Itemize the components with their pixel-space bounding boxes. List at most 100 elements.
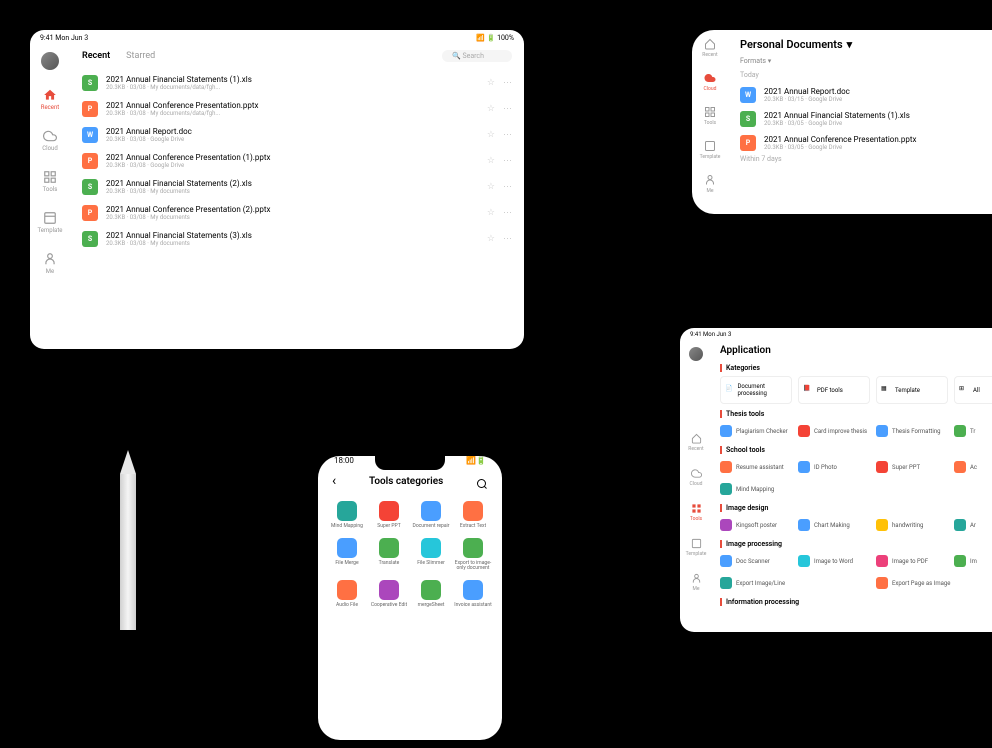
file-row[interactable]: S 2021 Annual Financial Statements (2).x… <box>82 174 512 200</box>
search-input[interactable]: 🔍 Search <box>442 50 512 62</box>
sidebar-item-cloud[interactable]: Cloud <box>42 129 57 152</box>
tab-starred[interactable]: Starred <box>126 51 155 61</box>
more-icon[interactable]: ⋯ <box>503 234 512 244</box>
tool-item[interactable]: ID Photo <box>798 458 870 476</box>
tool-item[interactable]: File Merge <box>328 538 366 572</box>
tab-recent[interactable]: Recent <box>82 51 110 61</box>
filter-dropdown[interactable]: Formats ▾ <box>740 57 992 65</box>
star-icon[interactable]: ☆ <box>487 130 495 140</box>
file-row[interactable]: W 2021 Annual Report.doc 20.3KB · 03/08 … <box>82 122 512 148</box>
more-icon[interactable]: ⋯ <box>503 156 512 166</box>
sidebar-item-template[interactable]: Template <box>38 211 63 234</box>
apple-pencil <box>120 450 136 630</box>
sidebar-item-template[interactable]: Template <box>700 140 721 160</box>
tool-item[interactable]: Ar <box>954 516 992 534</box>
tool-item[interactable]: Plagiarism Checker <box>720 422 792 440</box>
more-icon[interactable]: ⋯ <box>503 78 512 88</box>
user-icon <box>704 174 716 186</box>
file-row[interactable]: P 2021 Annual Conference Presentation.pp… <box>740 131 992 155</box>
tool-item[interactable]: Invoice assistant <box>454 580 492 609</box>
tool-item[interactable]: Export Page as Image <box>876 574 992 592</box>
avatar[interactable] <box>689 347 703 361</box>
tool-mind-mapping[interactable]: Mind Mapping <box>720 480 992 498</box>
star-icon[interactable]: ☆ <box>487 78 495 88</box>
tool-item[interactable]: Kingsoft poster <box>720 516 792 534</box>
tool-item[interactable]: handwriting <box>876 516 948 534</box>
tool-icon <box>876 519 888 531</box>
tool-item[interactable]: Thesis Formatting <box>876 422 948 440</box>
tool-item[interactable]: Image to Word <box>798 552 870 570</box>
tool-item[interactable]: Mind Mapping <box>328 501 366 530</box>
star-icon[interactable]: ☆ <box>487 156 495 166</box>
search-icon[interactable] <box>476 475 488 487</box>
nav-label: Recent <box>41 104 59 111</box>
tool-item[interactable]: Document repair <box>412 501 450 530</box>
file-row[interactable]: P 2021 Annual Conference Presentation (2… <box>82 200 512 226</box>
avatar[interactable] <box>41 52 59 70</box>
sidebar-item-template[interactable]: Template <box>686 538 707 557</box>
file-name: 2021 Annual Conference Presentation.pptx <box>764 135 992 144</box>
star-icon[interactable]: ☆ <box>487 208 495 218</box>
more-icon[interactable]: ⋯ <box>503 208 512 218</box>
file-row[interactable]: S 2021 Annual Financial Statements (3).x… <box>82 226 512 252</box>
sidebar-item-me[interactable]: Me <box>43 252 57 275</box>
page-title: Application <box>720 345 992 356</box>
star-icon[interactable]: ☆ <box>487 104 495 114</box>
tool-item[interactable]: Im <box>954 552 992 570</box>
tool-item[interactable]: Image to PDF <box>876 552 948 570</box>
tool-item[interactable]: Resume assistant <box>720 458 792 476</box>
tool-item[interactable]: Audio File <box>328 580 366 609</box>
file-row[interactable]: W 2021 Annual Report.doc 20.3KB · 03/15 … <box>740 83 992 107</box>
sidebar-item-me[interactable]: Me <box>704 174 716 194</box>
category-item[interactable]: ▦ Template <box>876 376 948 404</box>
nav-label: Me <box>46 268 54 275</box>
back-button[interactable]: ‹ <box>332 473 336 489</box>
tool-item[interactable]: Translate <box>370 538 408 572</box>
file-type-icon: W <box>82 127 98 143</box>
star-icon[interactable]: ☆ <box>487 182 495 192</box>
tool-label: Tr <box>970 428 975 435</box>
sidebar-item-tools[interactable]: Tools <box>704 106 716 126</box>
tool-item[interactable]: Export Image/Line <box>720 574 870 592</box>
sidebar-item-recent[interactable]: Recent <box>41 88 59 111</box>
sidebar-item-tools[interactable]: Tools <box>43 170 58 193</box>
tool-icon <box>463 501 483 521</box>
star-icon[interactable]: ☆ <box>487 234 495 244</box>
tool-item[interactable]: Tr <box>954 422 992 440</box>
file-row[interactable]: P 2021 Annual Conference Presentation.pp… <box>82 96 512 122</box>
category-label: PDF tools <box>817 387 843 394</box>
sidebar-item-cloud[interactable]: Cloud <box>690 468 703 487</box>
tool-item[interactable]: Super PPT <box>370 501 408 530</box>
tool-item[interactable]: Cooperative Edit <box>370 580 408 609</box>
file-row[interactable]: P 2021 Annual Conference Presentation (1… <box>82 148 512 174</box>
more-icon[interactable]: ⋯ <box>503 104 512 114</box>
file-row[interactable]: S 2021 Annual Financial Statements (1).x… <box>740 107 992 131</box>
more-icon[interactable]: ⋯ <box>503 182 512 192</box>
tool-item[interactable]: File Slimmer <box>412 538 450 572</box>
sidebar-item-recent[interactable]: Recent <box>702 38 717 58</box>
tool-item[interactable]: Doc Scanner <box>720 552 792 570</box>
tool-item[interactable]: Export to image-only document <box>454 538 492 572</box>
category-item[interactable]: 📕 PDF tools <box>798 376 870 404</box>
sidebar-item-tools[interactable]: Tools <box>690 503 702 522</box>
sidebar-item-me[interactable]: Me <box>691 573 702 592</box>
folder-dropdown[interactable]: Personal Documents ▾ <box>740 38 992 51</box>
sidebar-item-recent[interactable]: Recent <box>688 433 703 452</box>
tool-item[interactable]: Card improve thesis <box>798 422 870 440</box>
category-label: All <box>973 387 980 394</box>
tool-item[interactable]: Ac <box>954 458 992 476</box>
tool-item[interactable]: mergeSheet <box>412 580 450 609</box>
tool-item[interactable]: Chart Making <box>798 516 870 534</box>
file-row[interactable]: S 2021 Annual Financial Statements (1).x… <box>82 70 512 96</box>
category-label: Document processing <box>737 383 787 397</box>
category-item[interactable]: ⊞ All <box>954 376 992 404</box>
nav-label: Recent <box>702 52 717 58</box>
section-school: School tools <box>720 446 992 454</box>
file-meta: 20.3KB · 03/05 · Google Drive <box>764 144 992 151</box>
sidebar-item-cloud[interactable]: Cloud <box>704 72 717 92</box>
category-item[interactable]: 📄 Document processing <box>720 376 792 404</box>
more-icon[interactable]: ⋯ <box>503 130 512 140</box>
grid-icon <box>43 170 57 184</box>
tool-item[interactable]: Super PPT <box>876 458 948 476</box>
tool-item[interactable]: Extract Text <box>454 501 492 530</box>
